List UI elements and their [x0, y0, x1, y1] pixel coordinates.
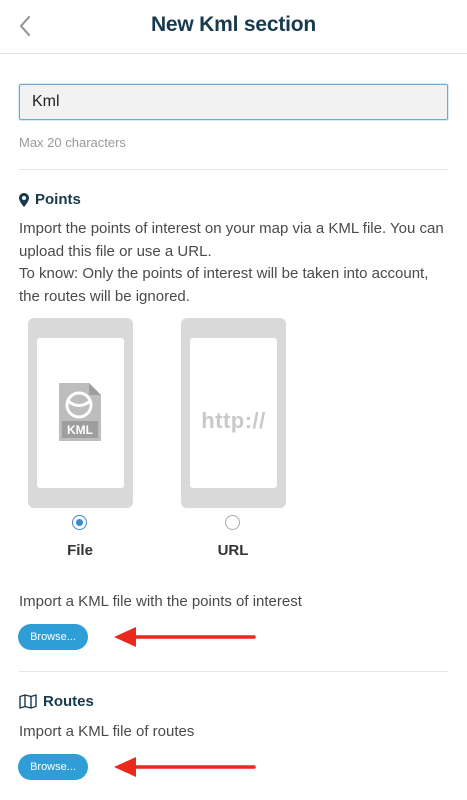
file-radio[interactable]: [72, 515, 87, 530]
points-description-import: Import the points of interest on your ma…: [19, 220, 444, 260]
points-file-prompt: Import a KML file with the points of int…: [19, 593, 302, 610]
file-option-card[interactable]: KML: [28, 318, 133, 508]
routes-browse-button[interactable]: Browse...: [18, 754, 88, 780]
routes-title-label: Routes: [43, 693, 94, 710]
max-characters-hint: Max 20 characters: [19, 135, 126, 150]
routes-file-prompt: Import a KML file of routes: [19, 723, 195, 740]
file-option-screen: KML: [37, 338, 124, 488]
routes-section-title: Routes: [19, 693, 94, 710]
map-marker-icon: [19, 192, 29, 207]
url-option-card[interactable]: http://: [181, 318, 286, 508]
points-description-note: To know: Only the points of interest wil…: [19, 265, 429, 305]
header-bar: New Kml section: [0, 0, 467, 54]
divider: [19, 169, 448, 170]
kml-icon-label: KML: [67, 423, 93, 437]
url-option-screen: http://: [190, 338, 277, 488]
url-radio[interactable]: [225, 515, 240, 530]
divider: [19, 671, 448, 672]
page-title: New Kml section: [150, 13, 317, 36]
http-icon: http://: [201, 408, 266, 433]
kml-file-icon: KML: [59, 383, 101, 441]
map-icon: [19, 694, 37, 709]
red-arrow-icon: [114, 627, 256, 647]
red-arrow-icon: [114, 757, 256, 777]
points-section-title: Points: [19, 191, 81, 208]
points-browse-button[interactable]: Browse...: [18, 624, 88, 650]
points-title-label: Points: [35, 191, 81, 208]
section-name-input[interactable]: [19, 84, 448, 120]
url-option-label: URL: [217, 542, 249, 559]
file-option-label: File: [67, 542, 93, 559]
